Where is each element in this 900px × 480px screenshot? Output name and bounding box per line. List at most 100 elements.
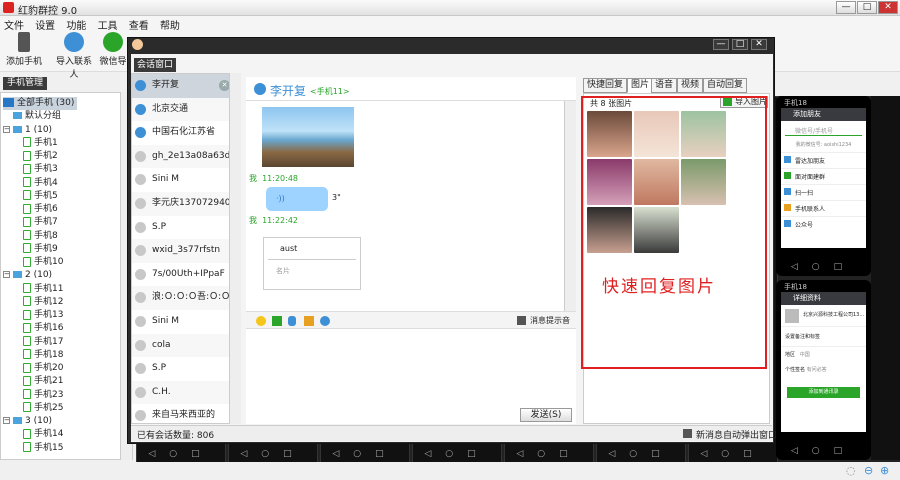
contact-item[interactable]: 7s/00Uth+IPpaF — [132, 263, 232, 287]
chat-maximize-button[interactable]: □ — [732, 39, 748, 50]
tree-all-phones[interactable]: 全部手机 (30) — [3, 97, 78, 110]
maximize-button[interactable]: □ — [857, 1, 877, 14]
tree-phone-item[interactable]: 手机25 — [23, 402, 63, 415]
send-button[interactable]: 发送(S) — [520, 408, 572, 422]
auto-popup-checkbox[interactable] — [683, 429, 692, 438]
voice-duration: 3" — [332, 193, 341, 202]
tree-phone-item[interactable]: 手机4 — [23, 177, 58, 190]
tab-conversation[interactable]: 会话窗口 — [134, 58, 176, 72]
wechat-button[interactable]: 微信导 — [98, 32, 128, 67]
tree-label: 手机20 — [34, 363, 64, 373]
contact-name: 北京交通 — [152, 103, 189, 114]
chat-close-button[interactable]: ✕ — [751, 39, 767, 50]
device-tree: 全部手机 (30) 默认分组 − 1 (10) 手机1 手机2 手机3 手机4 手机5 手机6 手机… — [0, 92, 133, 460]
contact-item[interactable]: gh_2e13a08a63d6 — [132, 144, 232, 169]
contact-item[interactable]: 北京交通 — [132, 97, 232, 122]
tab-quick-reply[interactable]: 快捷回复 — [583, 78, 628, 93]
contact-item[interactable]: S.P — [132, 357, 232, 381]
collapse-icon[interactable]: − — [3, 271, 10, 279]
mic-icon[interactable] — [288, 316, 296, 326]
item-label: 面对面建群 — [795, 174, 826, 181]
tree-phone-item[interactable]: 手机18 — [23, 349, 63, 362]
refresh-icon[interactable]: ◌ — [846, 464, 856, 477]
phone-preview-add-friend[interactable]: 手机18 添加朋友 微信号/手机号 我的微信号: aoishi1234 雷达加朋… — [776, 96, 871, 276]
tree-phone-item[interactable]: 手机16 — [23, 322, 63, 335]
tree-phone-item[interactable]: 手机13 — [23, 309, 63, 322]
tab-images[interactable]: 图片 — [627, 78, 654, 93]
tree-label: 手机2 — [34, 151, 58, 161]
tree-phone-item[interactable]: 手机7 — [23, 216, 58, 229]
tree-phone-item[interactable]: 手机21 — [23, 375, 63, 388]
search-field[interactable]: 微信号/手机号 — [785, 126, 862, 136]
tab-phone-management[interactable]: 手机管理 — [3, 77, 47, 90]
contact-item[interactable]: wxid_3s77rfstn — [132, 239, 232, 263]
emoji-icon[interactable] — [256, 316, 266, 326]
menu-scan[interactable]: 扫一扫 — [781, 184, 866, 200]
sound-checkbox[interactable] — [517, 316, 526, 325]
collapse-icon[interactable]: − — [3, 125, 10, 133]
tree-group-2[interactable]: − 2 (10) — [3, 269, 52, 282]
tree-phone-item[interactable]: 手机23 — [23, 389, 63, 402]
card-icon[interactable] — [320, 316, 330, 326]
tree-phone-item[interactable]: 手机3 — [23, 163, 58, 176]
image-icon[interactable] — [272, 316, 282, 326]
tree-phone-item[interactable]: 手机2 — [23, 150, 58, 163]
menu-radar[interactable]: 雷达加朋友 — [781, 152, 866, 168]
contact-item[interactable]: 李开复 ✕ — [132, 74, 232, 98]
contact-item[interactable]: Sini M — [132, 310, 232, 334]
tree-phone-item[interactable]: 手机20 — [23, 362, 63, 375]
phone-preview-detail[interactable]: 手机18 详细资料 北京兴源科技工程公司13... 设置备注和标签 地区 中国 … — [776, 280, 871, 460]
import-contacts-button[interactable]: 导入联系人 — [52, 32, 96, 80]
tree-group-1[interactable]: − 1 (10) — [3, 124, 52, 137]
tree-phone-item[interactable]: 手机15 — [23, 442, 63, 455]
video-icon[interactable] — [304, 316, 314, 326]
menu-face-group[interactable]: 面对面建群 — [781, 168, 866, 184]
menu-official[interactable]: 公众号 — [781, 216, 866, 232]
remark-row[interactable]: 设置备注和标签 — [781, 327, 866, 347]
zoom-in-icon[interactable]: ⊕ — [880, 464, 889, 477]
tree-phone-item[interactable]: 手机10 — [23, 256, 63, 269]
sent-image[interactable] — [262, 107, 354, 167]
zoom-out-icon[interactable]: ⊖ — [864, 464, 873, 477]
tree-label: 手机17 — [34, 336, 64, 347]
add-contact-button[interactable]: 添加到通讯录 — [787, 387, 860, 398]
voice-message[interactable]: ·)) — [266, 187, 328, 211]
tree-phone-item[interactable]: 手机14 — [23, 428, 63, 441]
contact-item[interactable]: C.H. — [132, 380, 232, 405]
tree-group-default[interactable]: 默认分组 — [13, 110, 61, 123]
contact-name: 中国石化江苏省 — [152, 127, 216, 138]
contact-item[interactable]: 来自马来西亚的 — [132, 404, 232, 423]
tree-label: 手机14 — [34, 429, 64, 440]
tab-auto-reply[interactable]: 自动回复 — [703, 78, 748, 93]
tree-phone-item[interactable]: 手机11 — [23, 283, 63, 296]
tree-phone-item[interactable]: 手机5 — [23, 190, 58, 203]
contact-item[interactable]: Sini M — [132, 168, 232, 192]
add-phone-button[interactable]: 添加手机 — [4, 32, 44, 67]
tree-phone-item[interactable]: 手机17 — [23, 336, 63, 349]
menu-phone-contacts[interactable]: 手机联系人 — [781, 200, 866, 216]
wechat-icon — [103, 32, 123, 52]
contact-item[interactable]: 浪:Ｏ:Ｏ:Ｏ吾:Ｏ:Ｏ — [132, 286, 232, 310]
tree-phone-item[interactable]: 手机9 — [23, 243, 58, 256]
chat-minimize-button[interactable]: — — [713, 39, 729, 50]
contact-scrollbar[interactable] — [229, 73, 241, 424]
tab-voice[interactable]: 语音 — [651, 78, 678, 93]
tree-phone-item[interactable]: 手机8 — [23, 230, 58, 243]
contact-item[interactable]: 李元庆13707294000 — [132, 192, 232, 216]
collapse-icon[interactable]: − — [3, 417, 10, 424]
close-button[interactable]: ✕ — [878, 1, 898, 14]
contact-item[interactable]: cola — [132, 333, 232, 358]
tree-group-3[interactable]: − 3 (10) — [3, 415, 52, 428]
message-scrollbar[interactable] — [564, 101, 576, 311]
minimize-button[interactable]: — — [836, 1, 856, 14]
tab-video[interactable]: 视频 — [677, 78, 704, 93]
tree-phone-item[interactable]: 手机6 — [23, 203, 58, 216]
person-icon — [135, 221, 146, 233]
contact-item[interactable]: 中国石化江苏省 — [132, 121, 232, 145]
contact-item[interactable]: S.P — [132, 216, 232, 240]
tree-phone-item[interactable]: 手机1 — [23, 137, 58, 150]
scan-icon — [784, 188, 791, 195]
contact-card[interactable]: aust 名片 — [263, 237, 361, 290]
phone-icon — [23, 230, 31, 240]
tree-phone-item[interactable]: 手机12 — [23, 296, 63, 309]
